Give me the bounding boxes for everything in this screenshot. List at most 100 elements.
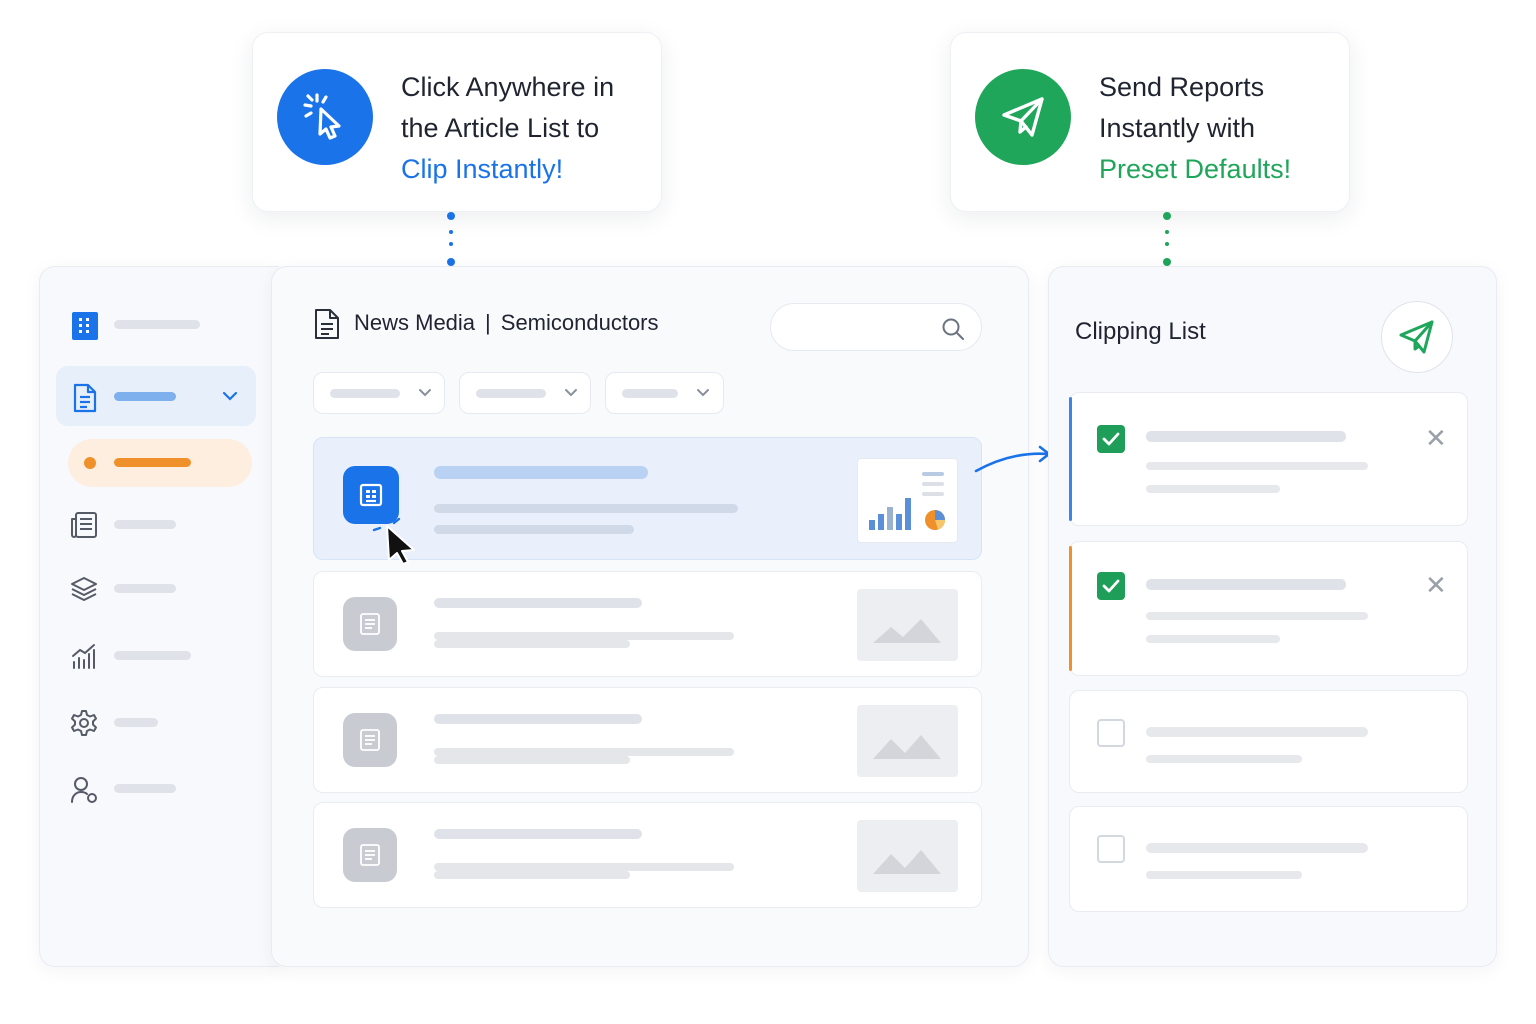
remove-clip-button[interactable]: ✕ [1425, 572, 1447, 598]
send-callout-highlight: Preset Defaults! [1099, 154, 1292, 184]
sidebar-item-label [114, 718, 158, 727]
clipping-item-2[interactable]: ✕ [1069, 541, 1468, 676]
sidebar-subitem-label [114, 458, 191, 467]
sidebar-item-label [114, 392, 176, 401]
article-row-4[interactable] [313, 802, 982, 908]
article-snippet [434, 863, 734, 871]
sidebar-item-label [114, 651, 191, 660]
article-title [434, 829, 642, 839]
breadcrumb-topic[interactable]: Semiconductors [501, 310, 659, 336]
filter-dropdown-1[interactable] [313, 372, 445, 414]
pointer-cursor-icon [372, 512, 415, 564]
sidebar-item-label [114, 320, 200, 329]
clip-callout-highlight: Clip Instantly! [401, 154, 564, 184]
gear-icon [71, 710, 97, 736]
user-icon [71, 777, 97, 803]
sidebar-item-account[interactable] [56, 758, 256, 818]
accent-bar [1069, 397, 1072, 521]
clip-title [1146, 843, 1368, 853]
filter-dropdown-3[interactable] [605, 372, 724, 414]
sidebar-item-layers[interactable] [56, 558, 256, 618]
image-placeholder [857, 589, 958, 661]
checkbox-unchecked[interactable] [1097, 719, 1125, 747]
clip-snippet [1146, 612, 1368, 620]
clip-callout-connector [447, 212, 455, 266]
sidebar-item-label [114, 520, 176, 529]
article-icon [343, 597, 397, 651]
checkbox-unchecked[interactable] [1097, 835, 1125, 863]
breadcrumb-source[interactable]: News Media [354, 310, 475, 336]
sidebar-item-label [114, 784, 176, 793]
sidebar-item-settings[interactable] [56, 692, 256, 752]
dot-icon [84, 457, 96, 469]
chevron-down-icon[interactable] [222, 390, 238, 402]
clip-title [1146, 431, 1346, 442]
clip-callout-text: Click Anywhere in the Article List to Cl… [401, 67, 614, 190]
article-snippet [434, 756, 630, 764]
chart-thumbnail [857, 458, 958, 543]
filter-label [330, 389, 400, 398]
send-callout-text: Send Reports Instantly with Preset Defau… [1099, 67, 1291, 190]
filter-label [476, 389, 546, 398]
checkbox-checked[interactable] [1097, 572, 1125, 600]
article-snippet [434, 632, 734, 640]
breadcrumb-separator: | [485, 310, 491, 335]
chevron-down-icon [565, 389, 577, 397]
article-row-3[interactable] [313, 687, 982, 793]
clipping-item-3[interactable] [1069, 690, 1468, 793]
clipping-item-4[interactable] [1069, 806, 1468, 912]
article-title [434, 714, 642, 724]
page-title: News Media | Semiconductors [354, 310, 659, 336]
clip-callout: Click Anywhere in the Article List to Cl… [252, 32, 662, 212]
article-snippet [434, 504, 738, 513]
sidebar-item-label [114, 584, 176, 593]
clipping-list-title: Clipping List [1075, 318, 1206, 345]
sidebar-item-documents[interactable] [56, 366, 256, 426]
clip-callout-line2: the Article List to [401, 113, 600, 143]
article-title [434, 598, 642, 608]
remove-clip-button[interactable]: ✕ [1425, 425, 1447, 451]
clip-arrow-icon [974, 445, 1051, 473]
sidebar-item-organization[interactable] [56, 294, 256, 354]
checkbox-checked[interactable] [1097, 425, 1125, 453]
cursor-click-icon [277, 69, 373, 165]
newspaper-icon [71, 512, 97, 538]
paper-plane-icon [975, 69, 1071, 165]
clip-snippet [1146, 755, 1302, 763]
send-callout: Send Reports Instantly with Preset Defau… [950, 32, 1350, 212]
filter-dropdown-2[interactable] [459, 372, 591, 414]
clip-snippet [1146, 485, 1280, 493]
chevron-down-icon [419, 389, 431, 397]
article-snippet [434, 748, 734, 756]
layers-icon [71, 577, 97, 601]
sidebar-item-news[interactable] [56, 494, 256, 554]
send-report-button[interactable] [1381, 301, 1453, 373]
clip-title [1146, 579, 1346, 590]
clip-snippet [1146, 871, 1302, 879]
send-callout-connector [1163, 212, 1171, 266]
sidebar-subitem-active[interactable] [68, 439, 252, 487]
send-callout-line1: Send Reports [1099, 72, 1265, 102]
search-input[interactable] [770, 303, 982, 351]
clip-title [1146, 727, 1368, 737]
article-icon [343, 828, 397, 882]
send-callout-line2: Instantly with [1099, 113, 1256, 143]
sidebar-item-analytics[interactable] [56, 625, 256, 685]
accent-bar [1069, 546, 1072, 671]
chart-icon [72, 644, 95, 669]
document-icon [73, 383, 97, 413]
article-snippet [434, 871, 630, 879]
search-icon[interactable] [941, 317, 965, 341]
building-icon [72, 312, 98, 340]
clip-snippet [1146, 462, 1368, 470]
article-title [434, 466, 648, 479]
clipping-item-1[interactable]: ✕ [1069, 392, 1468, 526]
paper-plane-icon [1399, 320, 1434, 354]
filter-label [622, 389, 678, 398]
clip-snippet [1146, 635, 1280, 643]
article-snippet [434, 640, 630, 648]
image-placeholder [857, 820, 958, 892]
article-snippet [434, 525, 634, 534]
clip-callout-line1: Click Anywhere in [401, 72, 615, 102]
article-row-2[interactable] [313, 571, 982, 677]
